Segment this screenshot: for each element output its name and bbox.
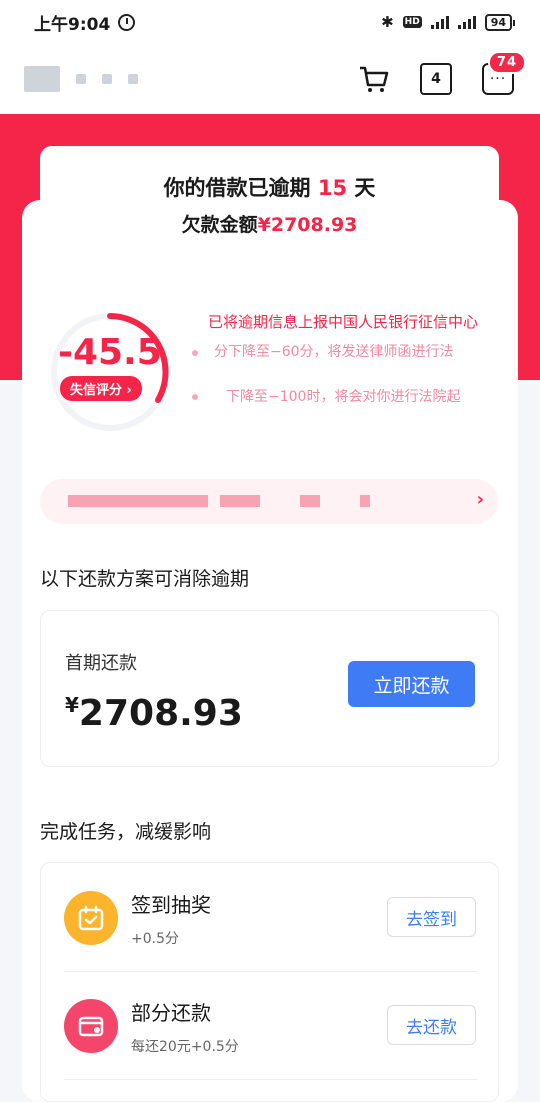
- checkin-button[interactable]: 去签到: [387, 897, 476, 937]
- overdue-prefix: 你的借款已逾期: [163, 176, 311, 200]
- info-banner[interactable]: ›: [40, 479, 498, 524]
- blurred-account-name: [24, 66, 138, 92]
- notice-line-1: 分下降至−60分，将发送律师函进行法: [214, 344, 454, 358]
- status-time: 上午9:04: [34, 14, 111, 35]
- overdue-suffix: 天: [354, 176, 376, 200]
- blurred-banner-text-2: [220, 495, 260, 507]
- task-sub: +0.5分: [131, 931, 179, 947]
- blurred-banner-text: [68, 495, 208, 507]
- partial-repay-button[interactable]: 去还款: [387, 1005, 476, 1045]
- task-row-checkin: 签到抽奖 +0.5分 去签到: [41, 863, 500, 971]
- task-name: 部分还款: [131, 1001, 211, 1025]
- repay-label: 首期还款: [65, 653, 137, 674]
- task-row-partial-repay: 部分还款 每还20元+0.5分 去还款: [41, 971, 500, 1079]
- overdue-days: 15: [317, 176, 348, 200]
- bluetooth-icon: ✱: [381, 13, 394, 31]
- hd-icon: HD: [402, 16, 422, 28]
- overdue-title: 你的借款已逾期 15 天: [40, 172, 499, 202]
- status-right: ✱ HD 94: [381, 13, 516, 31]
- notice-bullet-1: [192, 350, 198, 356]
- message-badge: 74: [487, 51, 526, 74]
- amount-value: ¥2708.93: [257, 214, 358, 236]
- repay-currency: ¥: [65, 693, 79, 717]
- notice-line-2: 下降至−100时，将会对你进行法院起: [226, 389, 461, 405]
- task-name: 签到抽奖: [131, 893, 211, 917]
- notice-title: 已将逾期信息上报中国人民银行征信中心: [208, 313, 479, 331]
- status-left: 上午9:04: [34, 10, 136, 35]
- repay-card: 首期还款 ¥2708.93 立即还款: [40, 610, 499, 767]
- amount-label: 欠款金额: [181, 214, 258, 236]
- credit-score-value: -45.5: [58, 332, 162, 373]
- battery-icon: 94: [484, 13, 516, 31]
- credit-score-label[interactable]: 失信评分 ›: [60, 376, 142, 401]
- status-bar: 上午9:04 ✱ HD 94: [0, 0, 540, 44]
- checkin-calendar-icon: [64, 891, 118, 945]
- signal-icon-2: [457, 15, 476, 29]
- wallet-icon: [64, 999, 118, 1053]
- signal-icon: [430, 15, 449, 29]
- task-card: 签到抽奖 +0.5分 去签到 部分还款 每还20元+0.5分 去还款: [40, 862, 499, 1102]
- task-sub: 每还20元+0.5分: [131, 1039, 239, 1055]
- repay-amount: ¥2708.93: [65, 693, 243, 734]
- overdue-card: 你的借款已逾期 15 天 欠款金额¥2708.93: [40, 146, 499, 258]
- app-header: 4 ··· 74: [0, 44, 540, 114]
- repay-now-button[interactable]: 立即还款: [348, 661, 475, 707]
- blurred-banner-text-4: [360, 495, 370, 507]
- task-divider: [64, 1079, 477, 1080]
- message-icon[interactable]: ··· 74: [482, 51, 526, 95]
- banner-chevron-icon: ›: [476, 489, 484, 510]
- alarm-icon: [118, 13, 136, 31]
- repay-section-title: 以下还款方案可消除逾期: [40, 568, 250, 590]
- tasks-section-title: 完成任务，减缓影响: [40, 821, 212, 843]
- calendar-icon[interactable]: 4: [420, 63, 452, 95]
- repay-amount-value: 2708.93: [78, 693, 243, 734]
- notice-bullet-2: [192, 394, 198, 400]
- overdue-amount: 欠款金额¥2708.93: [40, 210, 499, 237]
- header-icons: 4 ··· 74: [358, 51, 526, 95]
- blurred-banner-text-3: [300, 495, 320, 507]
- cart-icon[interactable]: [358, 63, 390, 95]
